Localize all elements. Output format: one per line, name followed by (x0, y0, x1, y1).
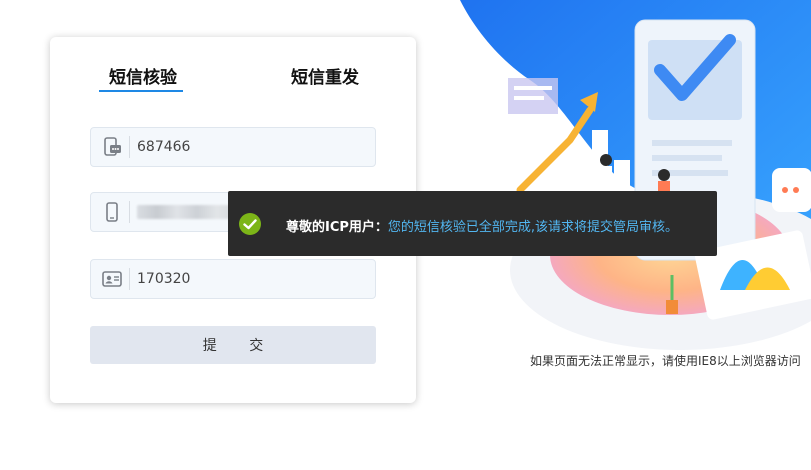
toast-body: 您的短信核验已全部完成,该请求将提交管局审核。 (387, 220, 679, 235)
phone-icon (106, 202, 118, 222)
toast-message: 尊敬的ICP用户：您的短信核验已全部完成,该请求将提交管局审核。 (286, 216, 678, 235)
active-tab-indicator (99, 90, 183, 92)
submit-button[interactable]: 提 交 (90, 326, 376, 364)
success-toast: 尊敬的ICP用户：您的短信核验已全部完成,该请求将提交管局审核。 (228, 191, 717, 256)
sms-code-value: 687466 (137, 139, 191, 155)
masked-phone-value (137, 205, 237, 219)
browser-compat-note: 如果页面无法正常显示，请使用IE8以上浏览器访问 (530, 354, 801, 368)
sms-icon (104, 137, 121, 156)
id-suffix-field[interactable]: 170320 (90, 259, 376, 299)
id-suffix-value: 170320 (137, 271, 191, 287)
field-separator (129, 136, 130, 158)
tab-sms-verify[interactable]: 短信核验 (109, 63, 177, 88)
field-separator (129, 268, 130, 290)
field-separator (129, 201, 130, 223)
tab-sms-resend[interactable]: 短信重发 (291, 63, 359, 88)
toast-lead: 尊敬的ICP用户： (286, 220, 388, 235)
id-card-icon (102, 271, 122, 287)
check-circle-icon (239, 213, 261, 235)
tab-bar: 短信核验 短信重发 (50, 37, 416, 97)
sms-code-field[interactable]: 687466 (90, 127, 376, 167)
